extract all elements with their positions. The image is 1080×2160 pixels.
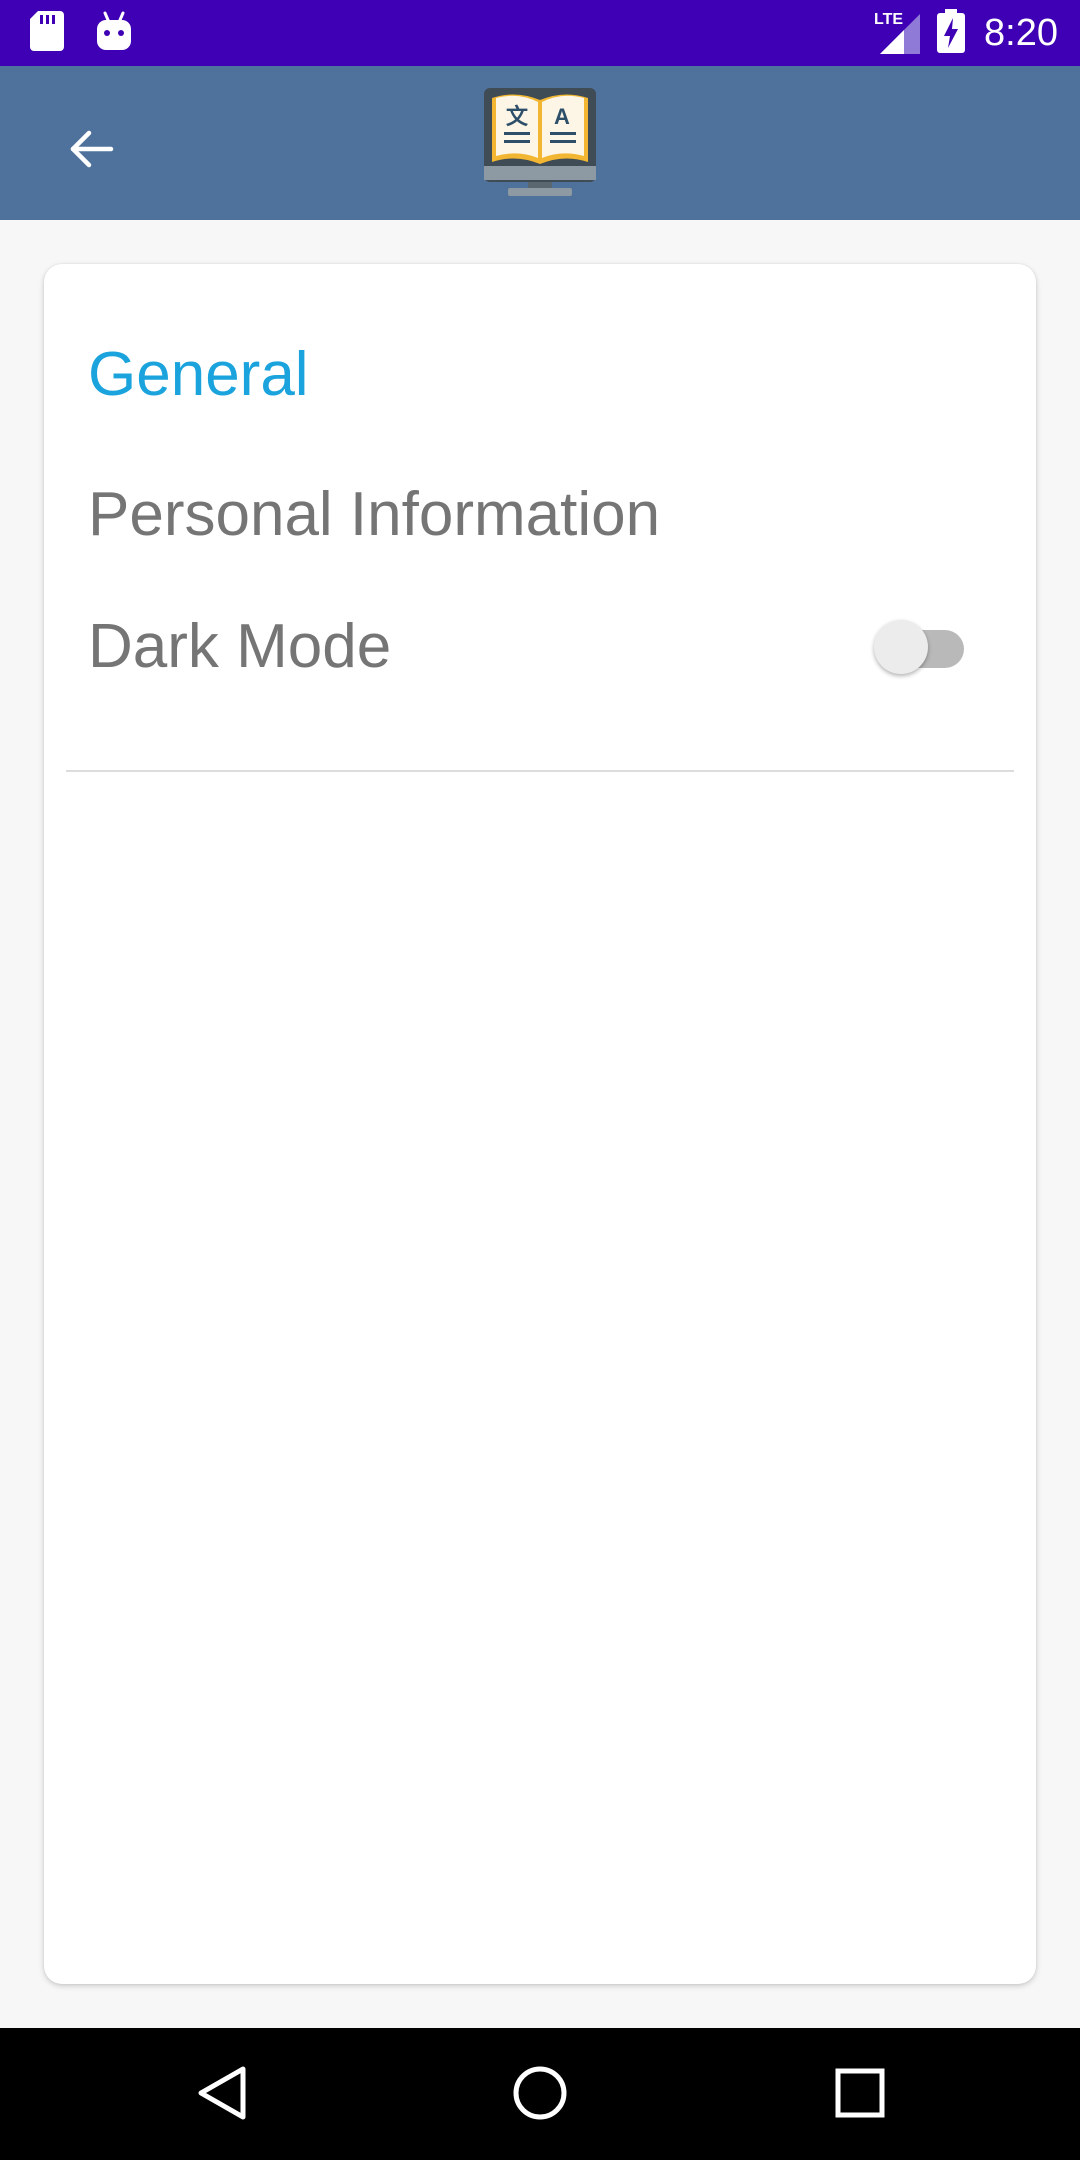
toggle-thumb: [874, 620, 928, 674]
android-icon: [96, 11, 132, 56]
lte-signal-icon: LTE: [874, 8, 922, 59]
logo-glyph-left: 文: [506, 104, 529, 130]
app-bar: 文 A: [0, 66, 1080, 220]
app-logo: 文 A: [478, 78, 602, 202]
settings-screen: LTE 8:20 文 A General Personal Informatio…: [0, 0, 1080, 2160]
arrow-back-icon: [67, 125, 115, 178]
status-time: 8:20: [984, 12, 1058, 54]
nav-back-button[interactable]: [186, 2060, 256, 2130]
battery-charging-icon: [936, 8, 966, 58]
lte-label: LTE: [874, 11, 903, 28]
logo-glyph-right: A: [554, 104, 570, 129]
nav-recents-icon: [832, 2065, 888, 2126]
nav-recents-button[interactable]: [825, 2060, 895, 2130]
system-status-icons: LTE 8:20: [874, 0, 1058, 66]
status-bar: LTE 8:20: [0, 0, 1080, 66]
back-button[interactable]: [50, 110, 132, 192]
settings-card: General Personal Information Dark Mode: [44, 264, 1036, 1984]
dictionary-translate-logo: 文 A: [484, 88, 596, 196]
dark-mode-item[interactable]: Dark Mode: [44, 614, 1036, 734]
nav-home-icon: [510, 2063, 570, 2128]
sd-card-icon: [30, 10, 64, 56]
section-title-general: General: [88, 340, 309, 409]
personal-information-item[interactable]: Personal Information: [44, 484, 1036, 604]
dark-mode-label: Dark Mode: [88, 612, 392, 681]
navigation-bar: [0, 2028, 1080, 2160]
divider: [66, 770, 1014, 772]
dark-mode-toggle[interactable]: [874, 610, 974, 680]
nav-back-icon: [193, 2063, 249, 2128]
nav-home-button[interactable]: [505, 2060, 575, 2130]
personal-information-label: Personal Information: [88, 480, 661, 549]
notification-icons: [30, 10, 132, 56]
